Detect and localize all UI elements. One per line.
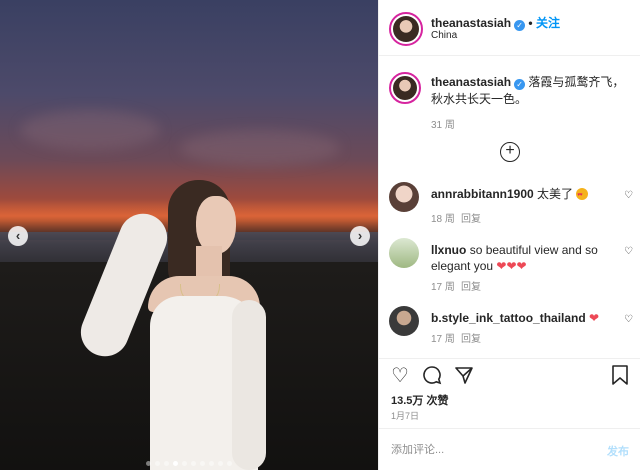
chevron-right-icon[interactable]: › xyxy=(350,226,370,246)
like-count[interactable]: 13.5万 次赞 xyxy=(391,392,448,408)
heart-emoji-icon: ❤ xyxy=(589,311,600,325)
load-more-comments-icon[interactable]: + xyxy=(500,142,520,162)
header-username-row: theanastasiah ✓ • 关注 xyxy=(431,16,560,31)
reply-button[interactable]: 回复 xyxy=(461,330,481,345)
avatar[interactable] xyxy=(389,12,423,46)
post-sidebar: theanastasiah ✓ • 关注 China theanastasiah ✓… xyxy=(378,0,640,470)
avatar[interactable] xyxy=(389,238,419,268)
like-heart-icon[interactable]: ♡ xyxy=(389,365,411,387)
comment-text: annrabbitann1900 太美了 xyxy=(431,186,611,203)
carousel-dot xyxy=(209,461,214,466)
comment-text: llxnuo so beautiful view and so elegant … xyxy=(431,242,621,274)
comment-username[interactable]: b.style_ink_tattoo_thailand xyxy=(431,311,586,325)
avatar[interactable] xyxy=(389,306,419,336)
carousel-dot xyxy=(182,461,187,466)
share-icon[interactable] xyxy=(453,365,475,387)
avatar[interactable] xyxy=(389,182,419,212)
follow-button[interactable]: 关注 xyxy=(536,16,560,30)
carousel-dot xyxy=(164,461,169,466)
sky-cloud xyxy=(20,110,160,150)
avatar[interactable] xyxy=(389,72,421,104)
chevron-left-icon[interactable]: ‹ xyxy=(8,226,28,246)
carousel-dot xyxy=(146,461,151,466)
comment-age: 17 周 xyxy=(431,334,455,345)
post-header: theanastasiah ✓ • 关注 China xyxy=(379,0,640,56)
location-link[interactable]: China xyxy=(431,30,457,41)
comment-age: 18 周 xyxy=(431,214,455,225)
sky-cloud xyxy=(180,130,340,166)
caption-username[interactable]: theanastasiah xyxy=(431,75,511,89)
like-heart-icon[interactable]: ♡ xyxy=(624,246,633,257)
carousel-dots xyxy=(0,455,378,469)
comments-list[interactable]: theanastasiah ✓ 落霞与孤鹜齐飞，秋水共长天一色。 31 周 + a… xyxy=(379,56,640,358)
comment-age: 17 周 xyxy=(431,282,455,293)
verified-icon: ✓ xyxy=(514,20,526,31)
comment-input[interactable] xyxy=(391,441,581,459)
add-comment-bar: 发布 xyxy=(379,428,640,470)
post-image: ‹ › xyxy=(0,0,378,470)
carousel-dot xyxy=(227,461,232,466)
comment-text: b.style_ink_tattoo_thailand ❤ xyxy=(431,310,611,326)
like-heart-icon[interactable]: ♡ xyxy=(624,314,633,325)
carousel-dot xyxy=(218,461,223,466)
heart-emoji-icon: ❤❤❤ xyxy=(496,259,527,273)
caption-age: 31 周 xyxy=(431,120,455,131)
verified-icon: ✓ xyxy=(514,79,526,90)
comment-username[interactable]: annrabbitann1900 xyxy=(431,187,534,201)
post-date[interactable]: 1月7日 xyxy=(391,409,419,422)
heart-eyes-emoji-icon xyxy=(576,187,589,203)
comment-username[interactable]: llxnuo xyxy=(431,243,466,257)
carousel-dot xyxy=(173,461,178,466)
reply-button[interactable]: 回复 xyxy=(461,210,481,225)
carousel-dot xyxy=(200,461,205,466)
comment-icon[interactable] xyxy=(421,365,443,387)
carousel-dot xyxy=(155,461,160,466)
username-link[interactable]: theanastasiah xyxy=(431,16,511,30)
post-actions: ♡ 13.5万 次赞 1月7日 xyxy=(379,358,640,428)
like-heart-icon[interactable]: ♡ xyxy=(624,190,633,201)
caption-text: theanastasiah ✓ 落霞与孤鹜齐飞，秋水共长天一色。 xyxy=(431,74,631,108)
reply-button[interactable]: 回复 xyxy=(461,278,481,293)
carousel-dot xyxy=(191,461,196,466)
post-comment-button[interactable]: 发布 xyxy=(607,443,629,459)
comment-body: 太美了 xyxy=(537,187,574,201)
person-arm xyxy=(232,300,266,470)
bookmark-icon[interactable] xyxy=(609,365,631,387)
